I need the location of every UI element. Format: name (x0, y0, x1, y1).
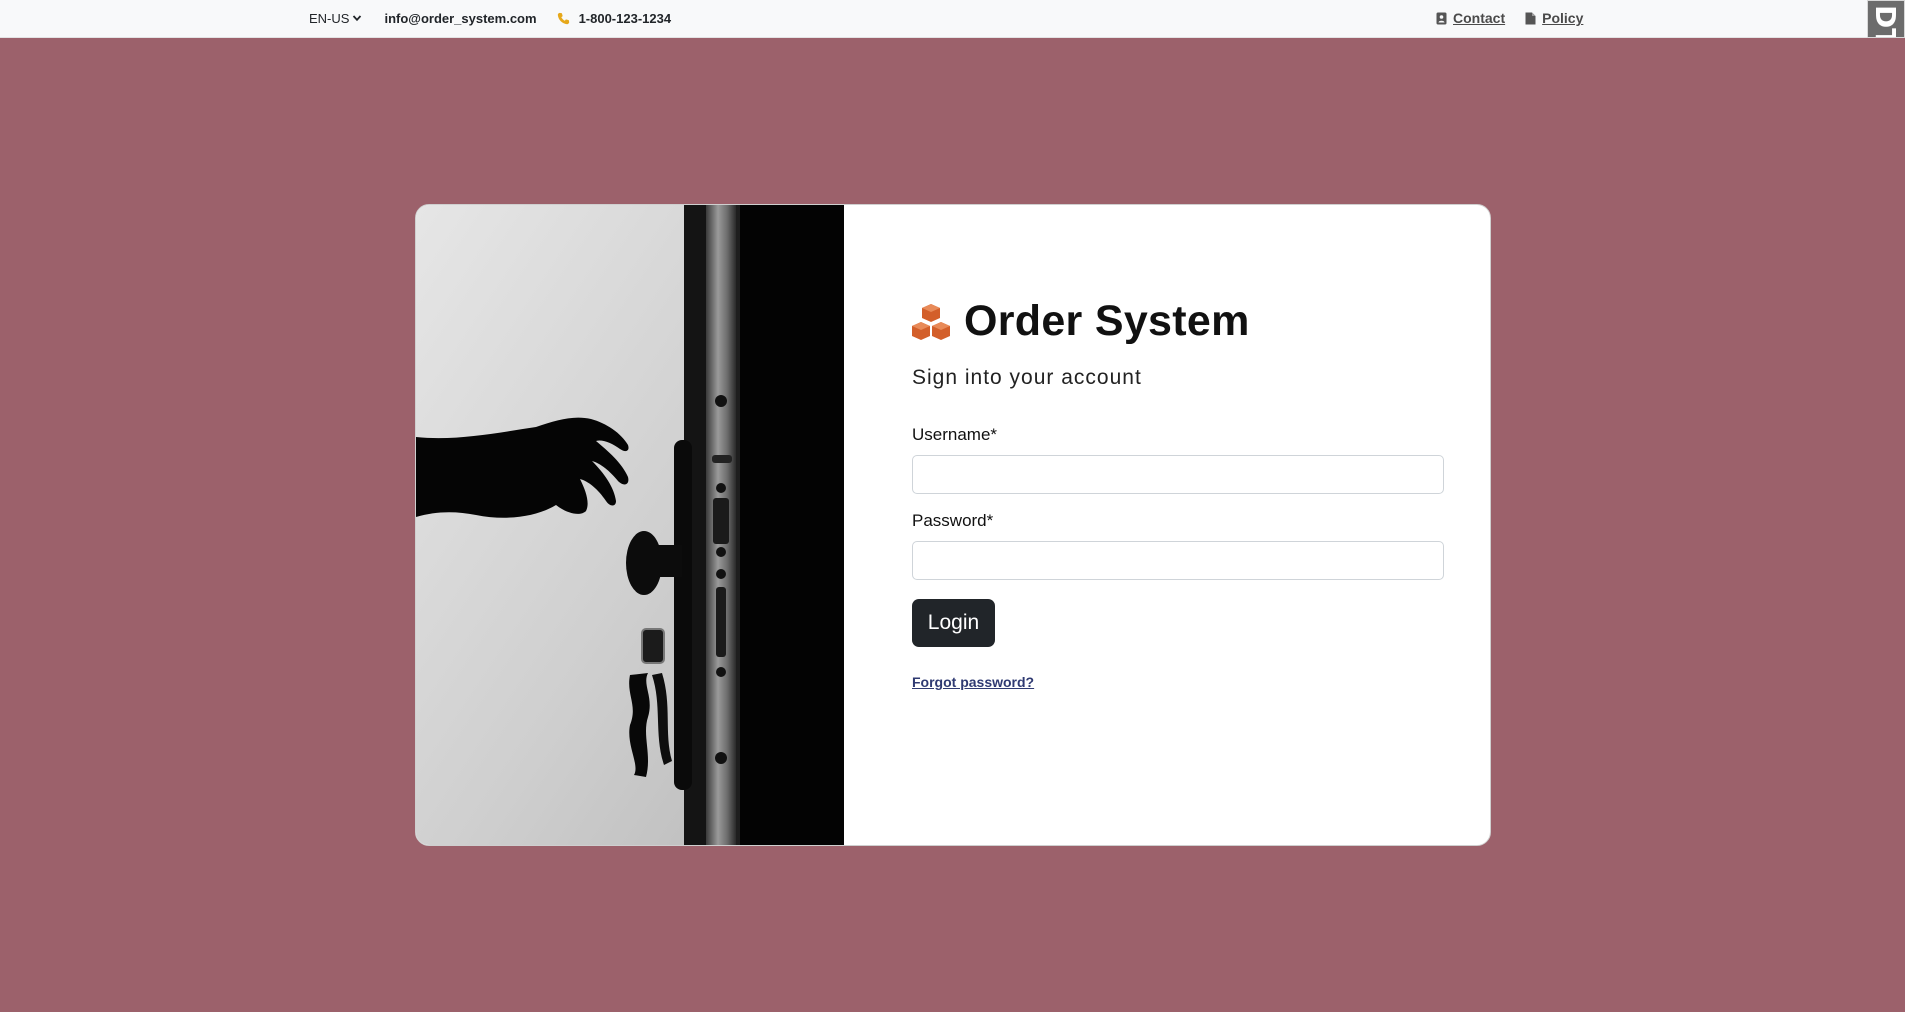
username-label: Username* (912, 425, 998, 444)
document-icon (1525, 12, 1536, 24)
side-panel-tab-label: DT (1869, 5, 1902, 38)
policy-link[interactable]: Policy (1525, 10, 1583, 26)
phone-icon (557, 12, 569, 24)
form-subtitle: Sign into your account (912, 366, 1142, 389)
forgot-password-link[interactable]: Forgot password? (912, 674, 1034, 690)
door-handle-photo (416, 205, 844, 845)
language-selector[interactable]: EN-US (309, 11, 362, 26)
password-input[interactable] (912, 541, 1444, 580)
contact-phone[interactable]: 1-800-123-1234 (557, 10, 672, 26)
address-book-icon (1436, 12, 1447, 24)
contact-link[interactable]: Contact (1436, 10, 1505, 26)
phone-number: 1-800-123-1234 (578, 10, 672, 26)
brand: Order System (912, 297, 1250, 346)
brand-name: Order System (964, 297, 1250, 345)
contact-link-label: Contact (1453, 10, 1506, 26)
username-input[interactable] (912, 455, 1444, 494)
side-panel-tab[interactable]: DT (1867, 0, 1905, 38)
policy-link-label: Policy (1542, 10, 1584, 26)
top-bar: EN-US info@order_system.com 1-800-123-12… (0, 0, 1905, 38)
top-bar-right: Contact Policy (1436, 0, 1583, 36)
password-label: Password* (912, 511, 994, 530)
login-card: Order System Sign into your account User… (415, 204, 1491, 846)
boxes-icon (912, 303, 950, 340)
login-button[interactable]: Login (912, 599, 995, 647)
chevron-down-icon (353, 15, 362, 22)
top-bar-left: EN-US info@order_system.com 1-800-123-12… (309, 0, 671, 36)
language-label: EN-US (309, 10, 350, 26)
contact-email[interactable]: info@order_system.com (384, 11, 536, 26)
